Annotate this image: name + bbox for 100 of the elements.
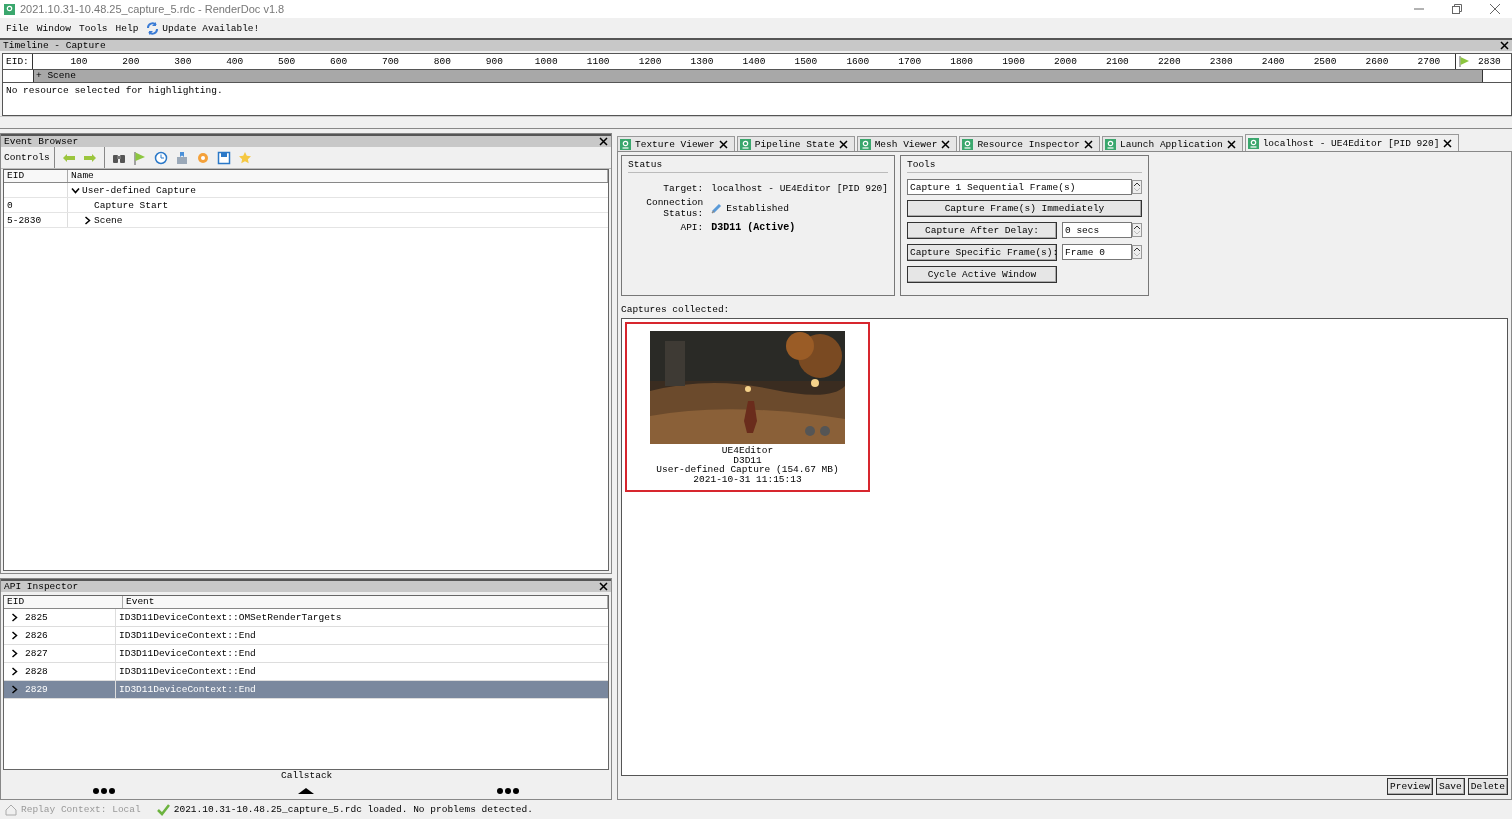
close-icon[interactable] [1500,41,1509,50]
delay-field[interactable]: 0 secs [1062,222,1132,238]
capture-action-button[interactable]: Save [1435,777,1465,795]
tick-label: 800 [432,56,452,67]
menu-item[interactable]: File [6,22,29,34]
field-label: Connection Status: [645,197,704,219]
highlight-note: No resource selected for highlighting. [5,84,224,98]
replay-context: Replay Context: Local [21,804,141,815]
captures-label: Captures collected: [621,304,731,315]
tick-label: 1100 [585,56,611,67]
star-icon[interactable] [237,150,252,165]
panel-tab[interactable]: localhost - UE4Editor [PID 920] [1244,134,1460,151]
column-header[interactable]: Event [123,596,608,608]
tick-label: 2300 [1208,56,1234,67]
controls-label: Controls [4,147,55,168]
frame-count-field[interactable]: Capture 1 Sequential Frame(s) [907,179,1132,195]
save-icon[interactable] [216,150,231,165]
panel-tab[interactable]: Pipeline State [736,136,855,151]
update-notice[interactable]: Update Available! [162,22,260,34]
tick-label: 1700 [897,56,923,67]
specific-frame-button[interactable]: Capture Specific Frame(s): [907,244,1057,261]
close-icon[interactable] [1226,139,1236,149]
panel-tab[interactable]: Launch Application [1102,136,1243,151]
refresh-icon [146,21,160,35]
close-icon[interactable] [1443,138,1453,148]
tick-label: 2000 [1053,56,1078,67]
spinner-arrows-icon[interactable] [1132,180,1142,194]
event-cell-text: ID3D11DeviceContext::End [118,630,257,641]
api-call-row[interactable]: 2825 ID3D11DeviceContext::OMSetRenderTargets [4,609,608,627]
chevron-right-icon[interactable] [83,215,92,225]
bookmark-icon[interactable] [174,150,189,165]
field-label: Target: [662,183,704,194]
more-icon[interactable] [497,788,520,794]
capture-now-button[interactable]: Capture Frame(s) Immediately [907,200,1142,217]
api-call-row[interactable]: 2827 ID3D11DeviceContext::End [4,645,608,663]
capture-info: 2021-10-31 11:15:13 [693,474,802,484]
close-icon[interactable] [838,139,848,149]
field-label: API: [679,222,704,233]
spinner-arrows-icon[interactable] [1132,245,1142,259]
eid-cell: 5-2830 [4,213,68,227]
column-header[interactable]: EID [4,170,68,182]
tick-label: 500 [277,56,297,67]
column-header[interactable]: Name [68,170,608,182]
status-message: 2021.10.31-10.48.25_capture_5.rdc loaded. No problems detected. [173,804,533,815]
callstack-toggle[interactable]: Callstack [281,770,333,781]
more-icon[interactable] [92,788,115,794]
tick-label: 2500 [1312,56,1338,67]
field-value: D3D11 (Active) [711,222,796,233]
menu-item[interactable]: Help [115,22,139,34]
close-icon[interactable] [941,139,951,149]
eid-cell: 0 [4,198,68,212]
eid-cell: 2828 [25,666,48,677]
capture-action-button[interactable]: Preview [1387,777,1433,795]
close-icon[interactable] [599,582,608,591]
event-name[interactable]: Capture Start [94,199,169,211]
api-call-row[interactable]: 2826 ID3D11DeviceContext::End [4,627,608,645]
tick-label: 1000 [533,56,559,67]
capture-thumbnail-card[interactable]: UE4Editor D3D11 User-defined Capture (154.67 MB) 2021-10-31 11:15:13 [625,322,870,492]
end-marker: 2830 [1478,56,1501,67]
close-icon[interactable] [1084,139,1093,149]
column-header[interactable]: EID [4,596,123,608]
tick-label: 1500 [793,56,819,67]
event-cell-text: ID3D11DeviceContext::End [118,684,257,695]
close-icon[interactable] [718,139,728,149]
panel-icon [859,138,871,150]
panel-icon [739,138,751,150]
capture-info: UE4Editor [721,446,774,456]
panel-tab[interactable]: Texture Viewer [617,136,735,151]
menu-item[interactable]: Tools [79,22,108,34]
api-call-row[interactable]: 2829 ID3D11DeviceContext::End [4,681,608,699]
panel-title: Timeline - Capture [3,40,106,51]
spinner-arrows-icon[interactable] [1132,223,1142,237]
panel-tab[interactable]: Mesh Viewer [856,136,958,151]
tick-label: 1200 [637,56,663,67]
clock-icon[interactable] [153,150,168,165]
tick-label: 200 [121,56,141,67]
triangle-up-icon[interactable] [298,788,314,794]
capture-action-button[interactable]: Delete [1467,777,1508,795]
tick-label: 300 [173,56,193,67]
tick-label: 2100 [1105,56,1130,67]
cycle-window-button[interactable]: Cycle Active Window [907,266,1057,283]
tick-label: 1400 [741,56,767,67]
section-bar[interactable]: + Scene [33,70,1483,82]
menu-item[interactable]: Window [36,22,72,34]
event-name[interactable]: User-defined Capture [82,184,197,196]
panel-icon [1247,137,1259,149]
eid-cell: 2827 [25,648,48,659]
close-icon[interactable] [599,137,608,146]
tick-label: 900 [484,56,504,67]
delay-capture-button[interactable]: Capture After Delay: [907,222,1057,239]
chevron-down-icon[interactable] [71,185,80,195]
field-value: localhost - UE4Editor [PID 920] [711,183,888,194]
event-name[interactable]: Scene [94,214,123,226]
frame-field[interactable]: Frame 0 [1062,244,1132,260]
group-title: Tools [907,159,1142,173]
panel-icon [620,138,631,150]
restore-icon[interactable] [1452,4,1462,14]
panel-tab[interactable]: Resource Inspector [959,136,1100,151]
eid-label: EID: [3,54,33,69]
checkmark-icon [156,803,170,816]
